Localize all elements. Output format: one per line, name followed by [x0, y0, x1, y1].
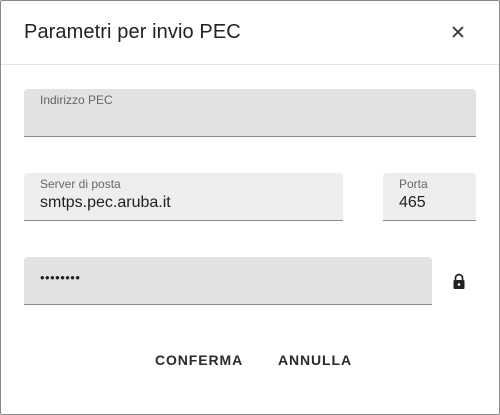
pec-settings-dialog: Parametri per invio PEC Indirizzo PEC Se… — [0, 0, 500, 415]
port-value: 465 — [399, 194, 426, 211]
pec-address-label: Indirizzo PEC — [40, 93, 113, 107]
port-field[interactable]: Porta 465 — [383, 173, 476, 221]
mail-server-value: smtps.pec.aruba.it — [40, 194, 171, 211]
port-label: Porta — [399, 177, 428, 191]
lock-icon-glyph — [453, 273, 465, 289]
mail-server-label: Server di posta — [40, 177, 121, 191]
dialog-title: Parametri per invio PEC — [24, 21, 241, 43]
dialog-header: Parametri per invio PEC — [1, 1, 499, 65]
lock-icon[interactable] — [451, 273, 467, 291]
close-icon — [452, 26, 464, 38]
confirm-button[interactable]: CONFERMA — [155, 345, 243, 375]
mail-server-field[interactable]: Server di posta smtps.pec.aruba.it — [24, 173, 343, 221]
pec-address-field[interactable]: Indirizzo PEC — [24, 89, 476, 137]
close-button[interactable] — [447, 21, 469, 43]
cancel-button[interactable]: ANNULLA — [278, 345, 352, 375]
password-value: •••••••• — [40, 270, 81, 285]
password-field[interactable]: •••••••• — [24, 257, 432, 305]
